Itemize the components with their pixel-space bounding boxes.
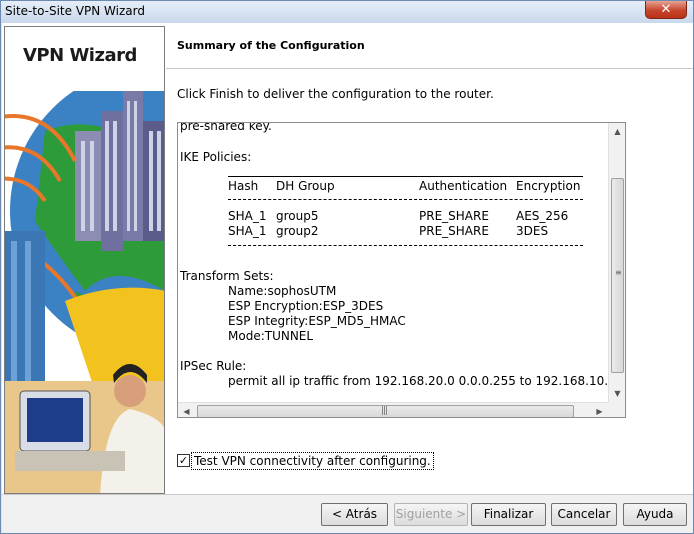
scroll-right-arrow-icon[interactable]: ▶	[591, 403, 608, 417]
ike-table-top-rule	[228, 176, 583, 177]
transform-esp-encryption: ESP Encryption:ESP_3DES	[228, 299, 384, 313]
wizard-button-bar: < Atrás Siguiente > Finalizar Cancelar A…	[2, 494, 693, 533]
checkmark-icon: ✓	[178, 454, 189, 467]
ike-row-2-encryption: 3DES	[516, 224, 549, 238]
ike-row-2-hash: SHA_1	[228, 224, 267, 238]
scrollbar-corner	[608, 402, 625, 417]
scroll-up-arrow-icon[interactable]: ▲	[609, 123, 625, 140]
back-button[interactable]: < Atrás	[321, 503, 388, 526]
test-connectivity-label[interactable]: Test VPN connectivity after configuring.	[191, 452, 434, 470]
ike-row-1-authentication: PRE_SHARE	[419, 209, 489, 223]
ike-table-bottom-rule	[228, 245, 583, 246]
ike-row-1-hash: SHA_1	[228, 209, 267, 223]
page-heading: Summary of the Configuration	[177, 39, 365, 52]
ike-header-authentication: Authentication	[419, 179, 508, 193]
configuration-summary-textarea[interactable]: pre-shared key. IKE Policies: Hash DH Gr…	[177, 122, 626, 418]
close-icon: ✕	[660, 2, 672, 17]
ipsec-rule-label: IPSec Rule:	[180, 359, 247, 373]
wizard-illustration	[5, 91, 164, 493]
horizontal-scroll-thumb[interactable]: |||	[197, 405, 574, 417]
transform-esp-integrity: ESP Integrity:ESP_MD5_HMAC	[228, 314, 406, 328]
cancel-button[interactable]: Cancelar	[551, 503, 617, 526]
ike-policies-label: IKE Policies:	[180, 150, 252, 164]
window-title: Site-to-Site VPN Wizard	[5, 4, 145, 18]
ike-table-header-rule	[228, 199, 583, 200]
vpn-wizard-window: Site-to-Site VPN Wizard ✕ VPN Wizard Sum…	[0, 0, 694, 534]
horizontal-scrollbar[interactable]: ◀ ||| ▶	[178, 402, 608, 417]
transform-sets-label: Transform Sets:	[180, 269, 274, 283]
vertical-scrollbar[interactable]: ▲ ≡ ▼	[608, 123, 625, 402]
ipsec-rule-line: permit all ip traffic from 192.168.20.0 …	[228, 374, 608, 388]
wizard-side-panel: VPN Wizard	[4, 26, 165, 494]
scroll-down-arrow-icon[interactable]: ▼	[609, 385, 625, 402]
title-bar[interactable]: Site-to-Site VPN Wizard ✕	[1, 1, 693, 23]
scroll-left-arrow-icon[interactable]: ◀	[178, 403, 195, 417]
finish-button[interactable]: Finalizar	[471, 503, 546, 526]
ike-row-2-authentication: PRE_SHARE	[419, 224, 489, 238]
ike-header-dh-group: DH Group	[276, 179, 335, 193]
grip-icon: ≡	[615, 268, 622, 277]
help-button[interactable]: Ayuda	[623, 503, 687, 526]
vertical-scroll-thumb[interactable]: ≡	[611, 178, 624, 373]
ike-row-2-dh-group: group2	[276, 224, 319, 238]
ike-header-encryption: Encryption	[516, 179, 581, 193]
wizard-client-area: VPN Wizard Summary of the Configuration …	[2, 23, 693, 533]
instruction-text: Click Finish to deliver the configuratio…	[177, 87, 494, 101]
summary-content: pre-shared key. IKE Policies: Hash DH Gr…	[178, 123, 608, 402]
next-button[interactable]: Siguiente >	[394, 503, 468, 526]
close-button[interactable]: ✕	[645, 1, 687, 19]
ike-row-1-encryption: AES_256	[516, 209, 569, 223]
ike-row-1-dh-group: group5	[276, 209, 319, 223]
header-divider	[166, 68, 693, 69]
transform-name: Name:sophosUTM	[228, 284, 337, 298]
ike-header-hash: Hash	[228, 179, 259, 193]
grip-icon: |||	[381, 406, 388, 416]
test-connectivity-checkbox[interactable]: ✓	[177, 454, 190, 467]
transform-mode: Mode:TUNNEL	[228, 329, 314, 343]
side-panel-title: VPN Wizard	[23, 45, 137, 66]
summary-cut-line: pre-shared key.	[180, 123, 272, 133]
